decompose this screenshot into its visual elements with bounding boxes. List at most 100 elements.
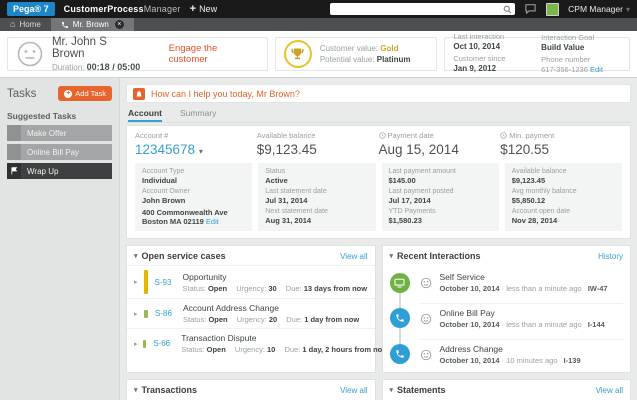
field-label: Next statement date: [265, 208, 368, 216]
home-icon: ⌂: [10, 20, 15, 29]
field-label: Available balance: [512, 168, 615, 176]
interaction-text: Address Change October 10, 2014 · 10 min…: [440, 344, 581, 365]
interaction-meta: October 10, 2014 · less than a minute ag…: [440, 284, 608, 293]
field-label: Last statement date: [265, 188, 368, 196]
available-balance-value: $9,123.45: [257, 142, 379, 157]
customer-meta-card: Last interaction Oct 10, 2014 Customer s…: [444, 37, 630, 71]
interaction-date: October 10, 2014: [440, 320, 500, 329]
interaction-text: Online Bill Pay October 10, 2014 · less …: [440, 308, 605, 329]
user-menu[interactable]: CPM Manager ▾: [568, 4, 630, 14]
urgency-value: 30: [268, 284, 276, 293]
address-line1: 400 Commonwealth Ave: [142, 208, 245, 217]
expander-icon[interactable]: ▸: [134, 310, 144, 318]
transactions-view-all-link[interactable]: View all: [340, 386, 367, 395]
interaction-row[interactable]: Online Bill Pay October 10, 2014 · less …: [383, 300, 631, 336]
potential-value-row: Potential value: Platinum: [320, 54, 411, 65]
status-label: Status:: [183, 284, 206, 293]
open-service-cases-header[interactable]: ▾Open service cases: [134, 251, 226, 261]
open-service-cases-card: ▾Open service cases View all ▸ S-93 Oppo…: [126, 245, 376, 373]
case-meta: Status: Open Urgency: 30 Due: 13 days fr…: [183, 284, 368, 293]
due-value: 1 day from now: [304, 315, 359, 324]
close-icon[interactable]: ×: [115, 20, 124, 29]
field-value: $1,580.23: [389, 216, 492, 225]
payment-date-value: Aug 15, 2014: [379, 142, 501, 157]
payment-date-block: Payment date Aug 15, 2014: [379, 131, 501, 157]
edit-phone-link[interactable]: Edit: [590, 65, 603, 74]
case-title: Transaction Dispute: [181, 333, 367, 343]
tab-home-label: Home: [19, 20, 40, 29]
account-detail-box-owner: Account Type Individual Account Owner Jo…: [135, 163, 252, 231]
search-box[interactable]: [330, 3, 515, 15]
case-title: Account Address Change: [183, 303, 366, 313]
search-icon[interactable]: [503, 5, 515, 14]
tab-customer-label: Mr. Brown: [73, 20, 109, 29]
cases-view-all-link[interactable]: View all: [340, 252, 367, 261]
interaction-row[interactable]: Self Service October 10, 2014 · less tha…: [383, 265, 631, 300]
urgency-bar: [144, 310, 148, 318]
tab-customer[interactable]: Mr. Brown ×: [51, 18, 134, 31]
field-value: $145.00: [389, 176, 492, 185]
account-number-dropdown[interactable]: 12345678 ▾: [135, 142, 257, 157]
task-item-make-offer[interactable]: Make Offer: [7, 125, 112, 141]
statements-header[interactable]: ▾Statements: [390, 385, 446, 395]
expander-icon[interactable]: ▸: [134, 278, 144, 286]
tab-account[interactable]: Account: [128, 108, 162, 122]
status-label: Status:: [183, 315, 206, 324]
case-row[interactable]: ▸ S-86 Account Address Change Status: Op…: [127, 298, 375, 328]
field-value: Aug 31, 2014: [265, 216, 368, 225]
edit-address-link[interactable]: Edit: [206, 217, 219, 226]
clock-icon: [500, 132, 507, 139]
customer-identity-card: Mr. John S Brown Duration: 00:18 / 05:00…: [7, 37, 268, 71]
task-label: Make Offer: [27, 129, 66, 138]
history-link[interactable]: History: [598, 252, 623, 261]
interaction-ago: · less than a minute ago: [502, 284, 582, 293]
status-value: Open: [208, 315, 227, 324]
chat-icon[interactable]: [524, 4, 537, 15]
top-bar: Pega® 7 CustomerProcessManager + New CPM…: [0, 0, 637, 18]
case-id-link[interactable]: S-93: [155, 278, 183, 287]
main-content: How can I help you today, Mr Brown? Acco…: [120, 78, 637, 400]
field-value: $9,123.45: [512, 176, 615, 185]
customer-since-label: Customer since: [453, 54, 505, 63]
address-text: Boston MA 02119: [142, 217, 204, 226]
section-title: Recent Interactions: [397, 251, 481, 261]
search-input[interactable]: [330, 4, 503, 14]
expander-icon[interactable]: ▸: [134, 340, 143, 348]
interaction-row[interactable]: Address Change October 10, 2014 · 10 min…: [383, 336, 631, 372]
transactions-header[interactable]: ▾Transactions: [134, 385, 197, 395]
tab-summary[interactable]: Summary: [180, 108, 216, 122]
case-body: Opportunity Status: Open Urgency: 30 Due…: [183, 272, 368, 293]
case-id-link[interactable]: S-66: [153, 339, 181, 348]
min-payment-value: $120.55: [500, 142, 622, 157]
due-label: Due:: [286, 315, 302, 324]
interaction-id: I-139: [564, 356, 581, 365]
chevron-down-icon: ▾: [199, 147, 203, 156]
statements-view-all-link[interactable]: View all: [596, 386, 623, 395]
account-detail-box-payments: Last payment amount $145.00 Last payment…: [382, 163, 499, 231]
case-row[interactable]: ▸ S-66 Transaction Dispute Status: Open …: [127, 328, 375, 358]
task-item-online-bill-pay[interactable]: Online Bill Pay: [7, 144, 112, 160]
user-avatar[interactable]: [546, 3, 559, 16]
urgency-value: 20: [269, 315, 277, 324]
customer-value-card: Customer value: Gold Potential value: Pl…: [275, 37, 438, 71]
new-button[interactable]: + New: [190, 4, 217, 14]
transactions-card: ▾Transactions View all Date Txn ID Merch…: [126, 379, 376, 400]
phone-interaction-icon: [390, 308, 410, 328]
last-interaction-value: Oct 10, 2014: [453, 42, 533, 52]
field-label: Last payment posted: [389, 188, 492, 196]
mood-neutral-icon: [16, 40, 44, 68]
min-payment-label: Min. payment: [509, 131, 554, 140]
case-row[interactable]: ▸ S-93 Opportunity Status: Open Urgency:…: [127, 265, 375, 298]
task-label: Online Bill Pay: [27, 148, 79, 157]
task-item-wrap-up[interactable]: Wrap Up: [7, 163, 112, 179]
urgency-label: Urgency:: [237, 315, 267, 324]
add-task-label: Add Task: [75, 89, 106, 98]
case-id-link[interactable]: S-86: [155, 309, 183, 318]
status-value: Open: [207, 345, 226, 354]
tab-home[interactable]: ⌂ Home: [0, 18, 51, 31]
add-task-button[interactable]: + Add Task: [58, 86, 112, 101]
interaction-title: Self Service: [440, 272, 608, 282]
customer-value-row: Customer value: Gold: [320, 43, 411, 54]
task-icon: [7, 144, 21, 160]
recent-interactions-header[interactable]: ▾Recent Interactions: [390, 251, 481, 261]
